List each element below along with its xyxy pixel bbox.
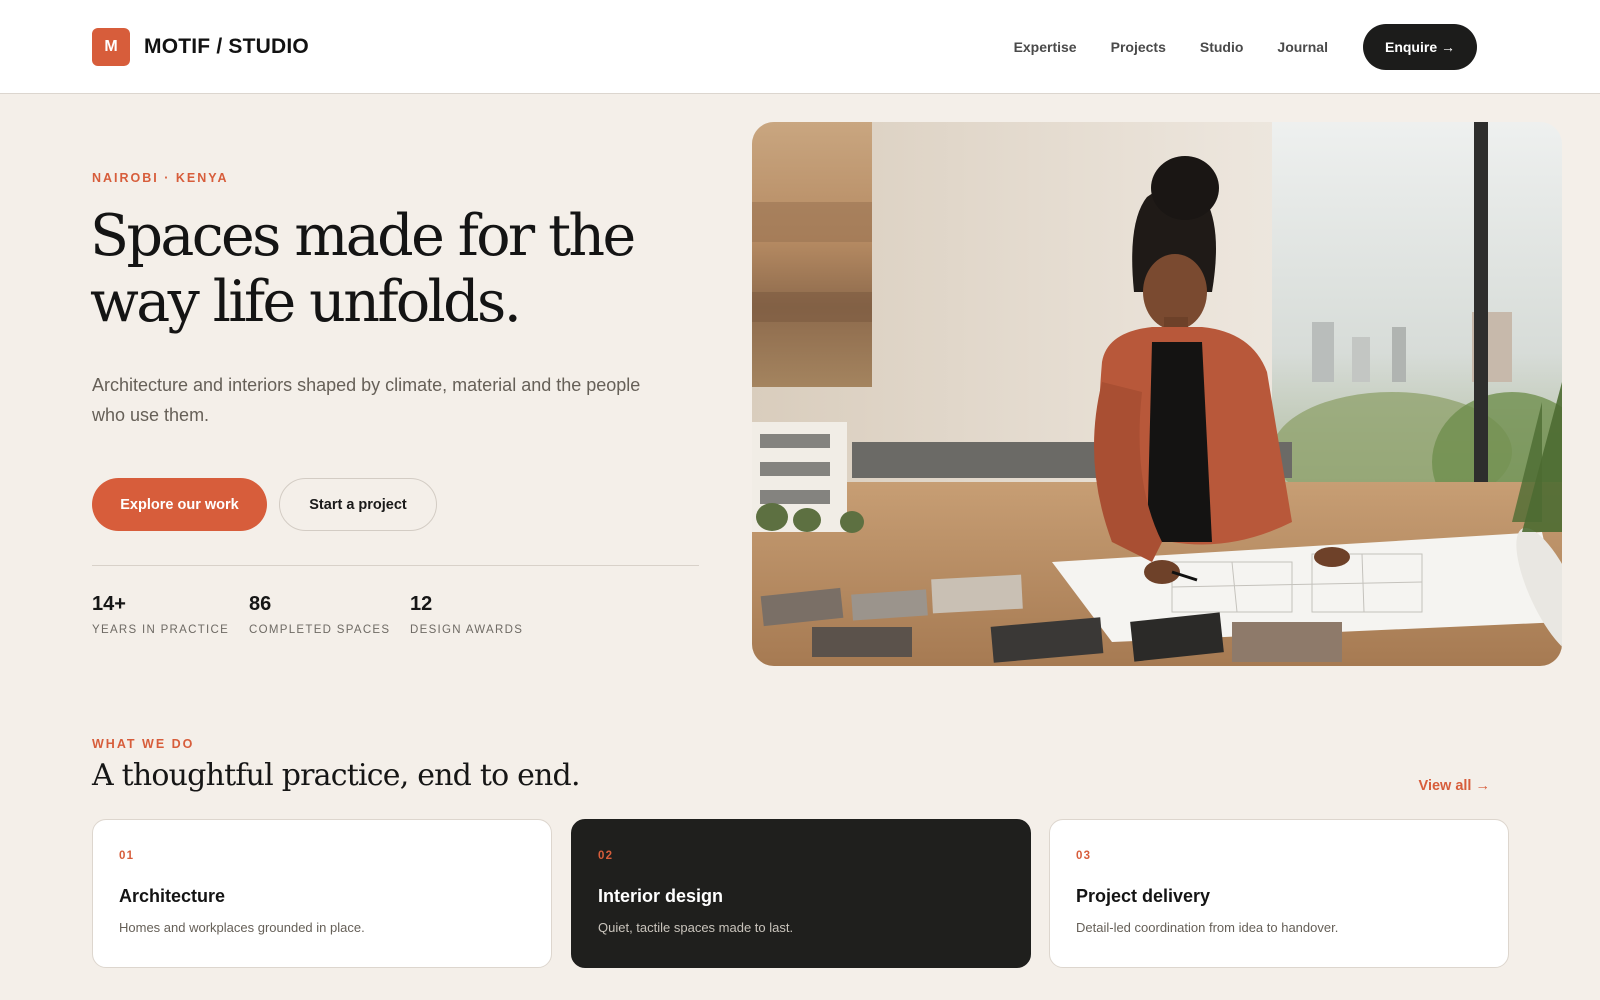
logo-mark: M: [92, 28, 130, 66]
start-project-button[interactable]: Start a project: [279, 478, 437, 531]
explore-work-button[interactable]: Explore our work: [92, 478, 267, 531]
service-card-architecture[interactable]: 01 Architecture Homes and workplaces gro…: [92, 819, 552, 968]
services-title: A thoughtful practice, end to end.: [92, 758, 581, 793]
view-all-link[interactable]: View all →: [1419, 778, 1490, 794]
hero-eyebrow: NAIROBI · KENYA: [92, 171, 229, 185]
nav-link-journal[interactable]: Journal: [1277, 39, 1328, 55]
nav-link-projects[interactable]: Projects: [1111, 39, 1166, 55]
service-card-project-delivery[interactable]: 03 Project delivery Detail-led coordinat…: [1049, 819, 1509, 968]
stat-value: 86: [249, 593, 272, 615]
card-title: Project delivery: [1076, 886, 1211, 906]
stat-label: COMPLETED SPACES: [249, 624, 391, 636]
card-description: Quiet, tactile spaces made to last.: [598, 920, 794, 935]
hero-photo: [752, 122, 1562, 666]
brand-name: MOTIF / STUDIO: [144, 35, 309, 58]
enquire-button[interactable]: Enquire →: [1362, 24, 1477, 70]
site-header: M MOTIF / STUDIO Expertise Projects Stud…: [0, 0, 1600, 94]
card-title: Interior design: [598, 886, 724, 906]
card-number: 01: [119, 850, 135, 862]
main-nav: Expertise Projects Studio Journal Enquir…: [980, 24, 1477, 70]
hero-subtitle: Architecture and interiors shaped by cli…: [92, 375, 641, 425]
stat-value: 12: [410, 593, 433, 615]
card-description: Homes and workplaces grounded in place.: [119, 920, 365, 935]
services-eyebrow: WHAT WE DO: [92, 737, 195, 751]
nav-link-expertise[interactable]: Expertise: [1014, 39, 1077, 55]
hero-title: Spaces made for the way life unfolds.: [90, 203, 636, 335]
service-card-interior-design[interactable]: 02 Interior design Quiet, tactile spaces…: [571, 819, 1031, 968]
card-number: 03: [1076, 850, 1092, 862]
stat-years: 14+ YEARS IN PRACTICE: [92, 593, 229, 636]
stat-label: YEARS IN PRACTICE: [92, 624, 230, 636]
card-title: Architecture: [119, 886, 226, 906]
stat-label: DESIGN AWARDS: [410, 624, 524, 636]
card-description: Detail-led coordination from idea to han…: [1076, 920, 1339, 935]
hero-divider: [92, 565, 699, 566]
stat-value: 14+: [92, 593, 126, 615]
nav-link-studio[interactable]: Studio: [1200, 39, 1244, 55]
stat-spaces: 86 COMPLETED SPACES: [249, 593, 390, 636]
card-number: 02: [598, 850, 614, 862]
stat-awards: 12 DESIGN AWARDS: [410, 593, 523, 636]
brand-logo[interactable]: M MOTIF / STUDIO: [92, 28, 309, 66]
